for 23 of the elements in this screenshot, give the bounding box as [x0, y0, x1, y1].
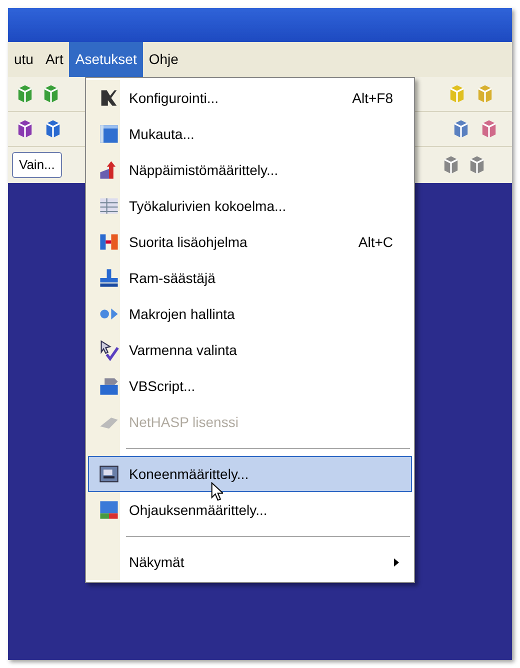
control-panel-icon — [98, 499, 120, 521]
menu-option[interactable]: Ohjauksenmäärittely... — [88, 492, 412, 528]
menu-item[interactable]: Art — [39, 42, 70, 77]
mouse-pointer-icon — [211, 482, 223, 501]
menu-option[interactable]: VBScript... — [88, 368, 412, 404]
menu-option[interactable]: Mukauta... — [88, 116, 412, 152]
menu-option[interactable]: Näppäimistömäärittely... — [88, 152, 412, 188]
submenu-arrow-icon — [394, 558, 399, 566]
menu-option[interactable]: Työkalurivien kokoelma... — [88, 188, 412, 224]
window-icon — [98, 123, 120, 145]
menu-item[interactable]: Ohje — [142, 42, 184, 77]
menu-option[interactable]: Suorita lisäohjelma Alt+C — [88, 224, 412, 260]
menu-option[interactable]: Makrojen hallinta — [88, 296, 412, 332]
menu-option[interactable]: Näkymät — [88, 544, 412, 580]
menu-item[interactable]: Asetukset — [69, 42, 143, 77]
vain-button[interactable]: Vain... — [12, 152, 62, 178]
ram-icon — [98, 267, 120, 289]
menu-option[interactable]: Ram-säästäjä — [88, 260, 412, 296]
menu-option[interactable]: Varmenna valinta — [88, 332, 412, 368]
cursor-check-icon — [98, 339, 120, 361]
machine-icon — [98, 463, 120, 485]
menu-option[interactable]: Konfigurointi... Alt+F8 — [88, 80, 412, 116]
menu-item[interactable]: utu — [8, 42, 40, 77]
